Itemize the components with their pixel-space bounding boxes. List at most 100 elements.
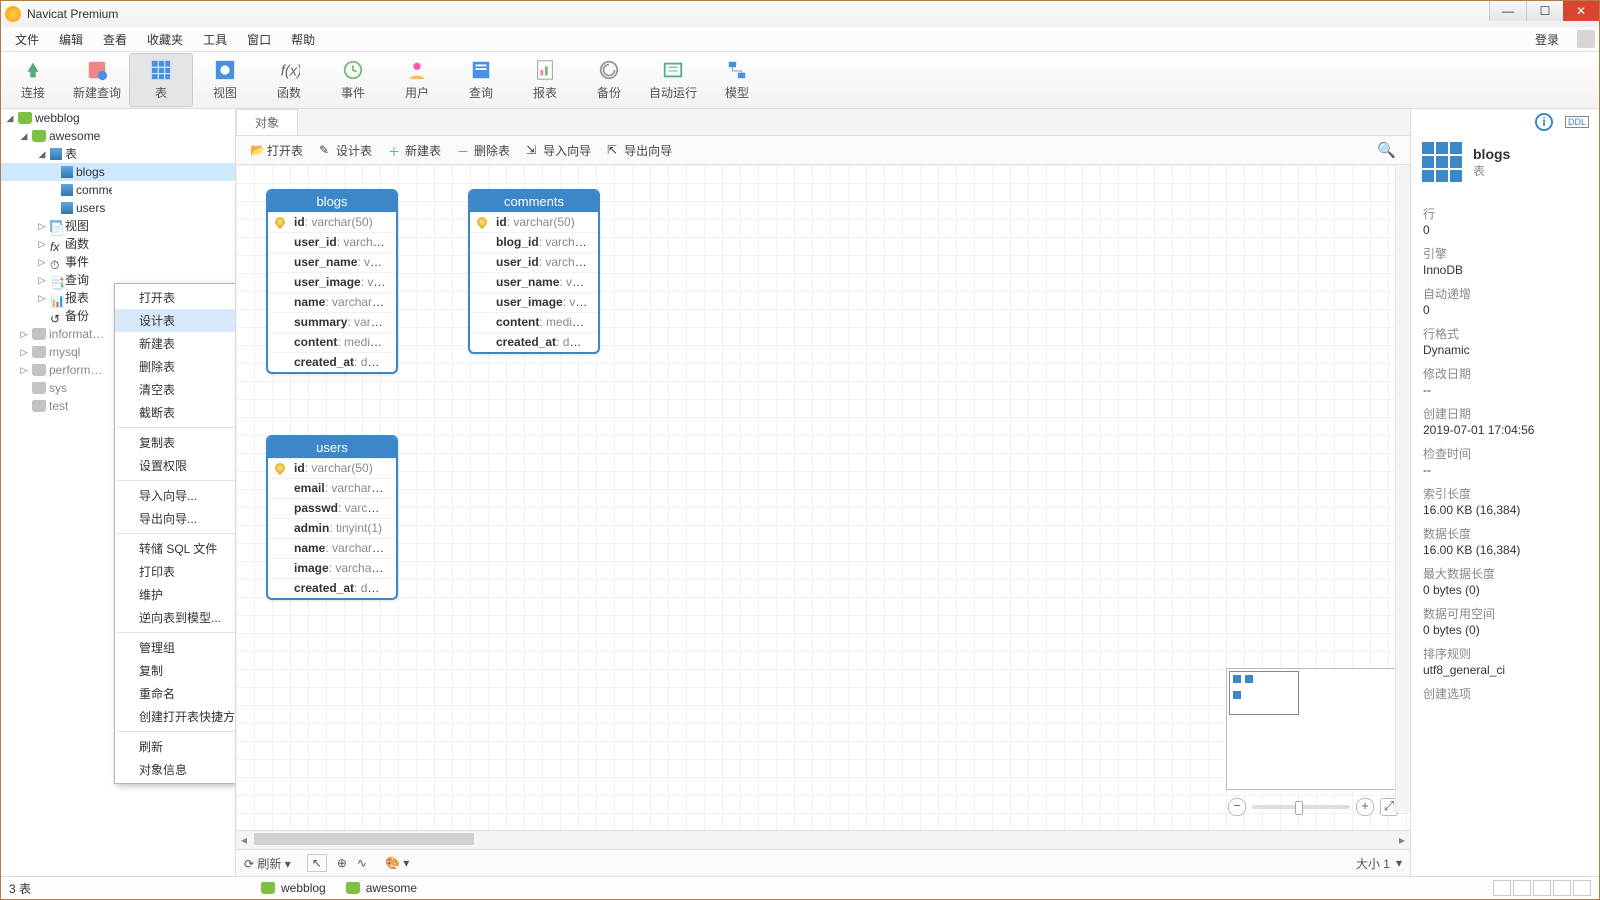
login-link[interactable]: 登录 xyxy=(1525,28,1569,51)
minimap-object-icon xyxy=(1245,675,1253,683)
refresh-button[interactable]: ⟳ 刷新 ▾ xyxy=(244,855,291,872)
ctx--[interactable]: 维护 xyxy=(115,583,236,606)
tree-database[interactable]: ◢awesome xyxy=(1,127,235,145)
menu-window[interactable]: 窗口 xyxy=(237,28,281,51)
menu-help[interactable]: 帮助 xyxy=(281,28,325,51)
btn-import-wizard[interactable]: ⇲导入向导 xyxy=(518,139,599,162)
menu-view[interactable]: 查看 xyxy=(93,28,137,51)
ctx--[interactable]: 复制 xyxy=(115,659,236,682)
menu-favorites[interactable]: 收藏夹 xyxy=(137,28,193,51)
scroll-right-icon[interactable]: ▸ xyxy=(1394,831,1410,849)
object-tree[interactable]: ◢webblog ◢awesome ◢表 blogs comments user… xyxy=(1,109,236,876)
toolbar-new-query[interactable]: 新建查询 xyxy=(65,53,129,107)
er-table-blogs[interactable]: blogsid: varchar(50)user_id: varchar(5..… xyxy=(266,189,398,374)
toolbar-user[interactable]: 用户 xyxy=(385,53,449,107)
ctx--[interactable]: 对象信息 xyxy=(115,758,236,781)
tree-table-blogs[interactable]: blogs xyxy=(1,163,235,181)
ctx--[interactable]: 新建表 xyxy=(115,332,236,355)
scroll-left-icon[interactable]: ◂ xyxy=(236,831,252,849)
minimap[interactable] xyxy=(1226,668,1398,790)
tree-views[interactable]: ▷📄视图 xyxy=(1,217,235,235)
toolbar-query[interactable]: 查询 xyxy=(449,53,513,107)
toolbar-connect[interactable]: 连接 xyxy=(1,53,65,107)
zoom-in-button[interactable]: + xyxy=(1356,798,1374,816)
ctx--[interactable]: 重命名 xyxy=(115,682,236,705)
close-button[interactable]: ✕ xyxy=(1563,1,1599,21)
toolbar-report[interactable]: 报表 xyxy=(513,53,577,107)
database-icon xyxy=(346,882,360,894)
er-table-users[interactable]: usersid: varchar(50)email: varchar(50)pa… xyxy=(266,435,398,600)
scrollbar-thumb[interactable] xyxy=(254,833,474,845)
vertical-scrollbar[interactable] xyxy=(1395,165,1410,812)
btn-export-wizard[interactable]: ⇱导出向导 xyxy=(599,139,680,162)
minimize-button[interactable]: — xyxy=(1489,1,1526,21)
toolbar-event[interactable]: 事件 xyxy=(321,53,385,107)
tool-hand-icon[interactable]: ⊕ xyxy=(337,856,347,870)
search-icon[interactable]: 🔍 xyxy=(1377,141,1404,159)
titlebar: Navicat Premium — ☐ ✕ xyxy=(1,1,1599,27)
tree-table-comments[interactable]: comments xyxy=(1,181,235,199)
tree-table-users[interactable]: users xyxy=(1,199,235,217)
zoom-label: 大小 1 xyxy=(1356,855,1390,872)
info-icon[interactable]: i xyxy=(1535,113,1553,131)
avatar-icon[interactable] xyxy=(1577,30,1595,48)
ctx--[interactable]: 复制表 xyxy=(115,431,236,454)
view-mode-detail-icon[interactable] xyxy=(1513,880,1531,896)
ctx--[interactable]: 设置权限 xyxy=(115,454,236,477)
view-mode-er-icon[interactable] xyxy=(1553,880,1571,896)
tab-objects[interactable]: 对象 xyxy=(236,109,298,135)
menu-file[interactable]: 文件 xyxy=(5,28,49,51)
ddl-icon[interactable]: DDL xyxy=(1565,116,1589,128)
toolbar-model[interactable]: 模型 xyxy=(705,53,769,107)
tabbar: 对象 xyxy=(236,109,1410,136)
toolbar-table[interactable]: 表 xyxy=(129,53,193,107)
view-mode-grid-icon[interactable] xyxy=(1533,880,1551,896)
ctx--[interactable]: 打印表 xyxy=(115,560,236,583)
ctx--[interactable]: 截断表 xyxy=(115,401,236,424)
maximize-button[interactable]: ☐ xyxy=(1526,1,1563,21)
prop-value: 0 xyxy=(1423,223,1587,237)
er-table-comments[interactable]: commentsid: varchar(50)blog_id: varchar(… xyxy=(468,189,600,354)
ctx--[interactable]: 设计表 xyxy=(115,309,236,332)
tree-connection[interactable]: ◢webblog xyxy=(1,109,235,127)
ctx--[interactable]: 导入向导... xyxy=(115,484,236,507)
ctx--[interactable]: 清空表 xyxy=(115,378,236,401)
ctx--[interactable]: 删除表 xyxy=(115,355,236,378)
tree-events[interactable]: ▷⏱事件 xyxy=(1,253,235,271)
btn-delete-table[interactable]: －删除表 xyxy=(449,139,518,162)
minimap-object-icon xyxy=(1233,675,1241,683)
ctx--[interactable]: 管理组 xyxy=(115,636,236,659)
ctx--SQL-[interactable]: 转储 SQL 文件 xyxy=(115,537,236,560)
btn-open-table[interactable]: 📂打开表 xyxy=(242,139,311,162)
ctx--[interactable]: 刷新 xyxy=(115,735,236,758)
object-toolbar: 📂打开表 ✎设计表 ＋新建表 －删除表 ⇲导入向导 ⇱导出向导 🔍 xyxy=(236,136,1410,165)
horizontal-scrollbar[interactable]: ◂ ▸ xyxy=(236,830,1410,849)
color-picker-icon[interactable]: 🎨 ▾ xyxy=(385,856,409,870)
menu-edit[interactable]: 编辑 xyxy=(49,28,93,51)
prop-key: 数据可用空间 xyxy=(1423,605,1587,622)
btn-design-table[interactable]: ✎设计表 xyxy=(311,139,380,162)
tool-link-icon[interactable]: ∿ xyxy=(357,856,367,870)
tree-functions[interactable]: ▷fx函数 xyxy=(1,235,235,253)
ctx--[interactable]: 导出向导... xyxy=(115,507,236,530)
toolbar-automation[interactable]: 自动运行 xyxy=(641,53,705,107)
ctx--[interactable]: 逆向表到模型... xyxy=(115,606,236,629)
prop-value: utf8_general_ci xyxy=(1423,663,1587,677)
tree-table-group[interactable]: ◢表 xyxy=(1,145,235,163)
ctx--[interactable]: 创建打开表快捷方式... xyxy=(115,705,236,728)
tool-pointer-icon[interactable]: ↖ xyxy=(307,854,327,872)
ctx--[interactable]: 打开表 xyxy=(115,286,236,309)
zoom-slider[interactable] xyxy=(1252,805,1350,809)
er-canvas[interactable]: blogsid: varchar(50)user_id: varchar(5..… xyxy=(236,165,1410,830)
zoom-controls: − + ⤢ xyxy=(1228,798,1398,816)
zoom-dropdown-icon[interactable]: ▾ xyxy=(1396,856,1402,870)
view-mode-split-icon[interactable] xyxy=(1573,880,1591,896)
toolbar-backup[interactable]: 备份 xyxy=(577,53,641,107)
btn-new-table[interactable]: ＋新建表 xyxy=(380,139,449,162)
toolbar-function[interactable]: f(x)函数 xyxy=(257,53,321,107)
view-mode-list-icon[interactable] xyxy=(1493,880,1511,896)
menu-tools[interactable]: 工具 xyxy=(193,28,237,51)
zoom-out-button[interactable]: − xyxy=(1228,798,1246,816)
svg-text:f(x): f(x) xyxy=(281,64,300,80)
toolbar-view[interactable]: 视图 xyxy=(193,53,257,107)
